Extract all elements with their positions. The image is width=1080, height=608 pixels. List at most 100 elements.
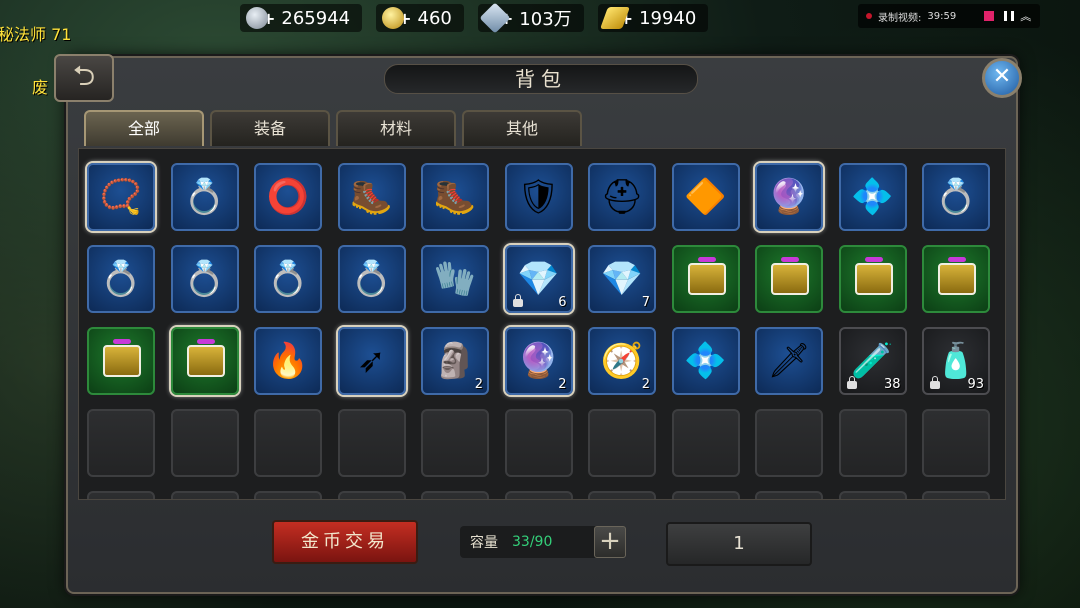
inventory-slot-item[interactable]: 🛡	[504, 163, 573, 231]
inventory-slot-item[interactable]: 🔥	[254, 327, 322, 395]
inventory-slot-empty[interactable]	[421, 409, 489, 477]
inventory-slot-item[interactable]: 💎 6	[504, 245, 573, 313]
inventory-slot-empty[interactable]	[671, 491, 740, 499]
inventory-slot-item[interactable]: ➶	[337, 327, 406, 395]
inventory-slot-item[interactable]: 💍	[254, 245, 322, 313]
inventory-slot-empty[interactable]	[337, 491, 406, 499]
inventory-slot-empty[interactable]	[87, 409, 155, 477]
inventory-slot-empty[interactable]	[170, 409, 239, 477]
inventory-slot-item[interactable]: 🥾	[421, 163, 489, 231]
page-number[interactable]: 1	[666, 522, 812, 566]
inventory-slot-item[interactable]	[922, 245, 990, 313]
expand-capacity-button[interactable]: +	[594, 526, 626, 558]
stop-icon[interactable]	[984, 11, 995, 21]
necklace-icon: 📿	[99, 177, 143, 217]
inventory-slot-item[interactable]	[671, 245, 740, 313]
inventory-slot-item[interactable]: 💎 7	[588, 245, 656, 313]
npc-name-label: 秘法师 71	[0, 25, 72, 44]
back-button[interactable]: ⮌	[54, 54, 114, 102]
helmet-icon: 💠	[851, 177, 894, 217]
inventory-slot-item[interactable]: 💍	[170, 163, 239, 231]
gold-amount: 460	[417, 7, 452, 29]
lock-icon	[846, 376, 857, 389]
chest-icon	[687, 257, 726, 295]
inventory-slot-empty[interactable]	[671, 409, 740, 477]
item-count: 93	[967, 377, 984, 392]
inventory-slot-item[interactable]: 🧪 38	[838, 327, 907, 395]
inventory-slot-item[interactable]: 💍	[337, 245, 406, 313]
belt-icon: 🔶	[684, 177, 727, 217]
inventory-slot-item[interactable]	[87, 327, 155, 395]
inventory-slot-empty[interactable]	[254, 409, 322, 477]
inventory-slot-item[interactable]: 🗡	[755, 327, 823, 395]
inventory-slot-item[interactable]: 🧤	[421, 245, 489, 313]
plus-icon: +	[599, 526, 621, 556]
inventory-slot-item[interactable]: 🧴 93	[922, 327, 990, 395]
item-count: 2	[641, 377, 650, 392]
inventory-slot-item[interactable]	[170, 327, 239, 395]
armor-icon: 🛡	[516, 177, 561, 217]
inventory-slot-item[interactable]: 🔶	[671, 163, 740, 231]
tab-all[interactable]: 全部	[84, 110, 204, 146]
inventory-slot-empty[interactable]	[922, 409, 990, 477]
panel-title: 背包	[384, 64, 698, 94]
inventory-slot-item[interactable]: 💍	[170, 245, 239, 313]
item-count: 6	[558, 295, 567, 310]
inventory-slot-empty[interactable]	[755, 491, 823, 499]
crystal-icon	[479, 2, 511, 34]
chevron-up-icon[interactable]: ︽	[1020, 8, 1031, 24]
silver-resource[interactable]: + 265944	[240, 4, 363, 32]
inventory-slot-empty[interactable]	[588, 491, 656, 499]
tab-equipment[interactable]: 装备	[210, 110, 330, 146]
close-button[interactable]: ✕	[982, 58, 1022, 98]
inventory-slot-item[interactable]: 🗿 2	[421, 327, 489, 395]
gold-resource[interactable]: + 460	[376, 4, 464, 32]
inventory-slot-empty[interactable]	[588, 409, 656, 477]
capacity-value: 33/90	[512, 534, 553, 550]
ring-icon: 💍	[183, 177, 226, 217]
inventory-slot-empty[interactable]	[838, 409, 907, 477]
inventory-slot-empty[interactable]	[504, 491, 573, 499]
inventory-slot-empty[interactable]	[838, 491, 907, 499]
chest-icon	[103, 339, 141, 377]
crystal-resource[interactable]: + 103万	[477, 2, 584, 34]
tab-materials[interactable]: 材料	[336, 110, 456, 146]
inventory-slot-item[interactable]: 🔮	[755, 163, 823, 231]
inventory-slot-empty[interactable]	[254, 491, 322, 499]
crystal-cluster-icon: 💠	[684, 341, 727, 381]
inventory-panel: ⮌ 背包 ✕ 全部 装备 材料 其他 📿 💍 ⭕ 🥾 🥾 🛡 ⛑ 🔶 🔮 💠 💍 💍 💍 💍 💍 🧤 💎 6 💎 7 🔥…	[54, 54, 1022, 594]
item-count: 7	[641, 295, 650, 310]
item-count: 38	[883, 377, 901, 392]
inventory-slot-item[interactable]: 🧭 2	[588, 327, 656, 395]
chest-icon	[771, 257, 809, 295]
item-count: 2	[474, 377, 483, 392]
inventory-slot-item[interactable]: ⛑	[588, 163, 656, 231]
inventory-slot-item[interactable]: 💍	[87, 245, 155, 313]
chest-icon	[854, 257, 893, 295]
inventory-slot-item[interactable]	[755, 245, 823, 313]
inventory-slot-item[interactable]	[838, 245, 907, 313]
inventory-slot-empty[interactable]	[922, 491, 990, 499]
inventory-footer: 金币交易 容量 33/90 + 1	[68, 504, 1016, 588]
ring-icon: 💍	[99, 259, 143, 299]
inventory-slot-item[interactable]: 🥾	[337, 163, 406, 231]
inventory-slot-item[interactable]: 💍	[922, 163, 990, 231]
inventory-slot-empty[interactable]	[87, 491, 155, 499]
inventory-slot-empty[interactable]	[337, 409, 406, 477]
recording-label: 录制视频:	[878, 12, 922, 24]
inventory-slot-item[interactable]: 💠	[671, 327, 740, 395]
ingot-resource[interactable]: + 19940	[597, 4, 709, 32]
inventory-slot-empty[interactable]	[170, 491, 239, 499]
ring-icon: 💍	[183, 259, 226, 299]
inventory-slot-empty[interactable]	[504, 409, 573, 477]
tab-other[interactable]: 其他	[462, 110, 582, 146]
inventory-slot-item[interactable]: 🔮 2	[504, 327, 573, 395]
inventory-slot-item[interactable]: ⭕	[254, 163, 322, 231]
inventory-slot-item[interactable]: 📿	[87, 163, 155, 231]
inventory-slot-empty[interactable]	[755, 409, 823, 477]
inventory-slot-empty[interactable]	[421, 491, 489, 499]
gold-trade-button[interactable]: 金币交易	[272, 520, 418, 564]
sword-icon: 🗡	[767, 341, 811, 381]
pause-icon[interactable]	[1004, 11, 1015, 21]
inventory-slot-item[interactable]: 💠	[838, 163, 907, 231]
